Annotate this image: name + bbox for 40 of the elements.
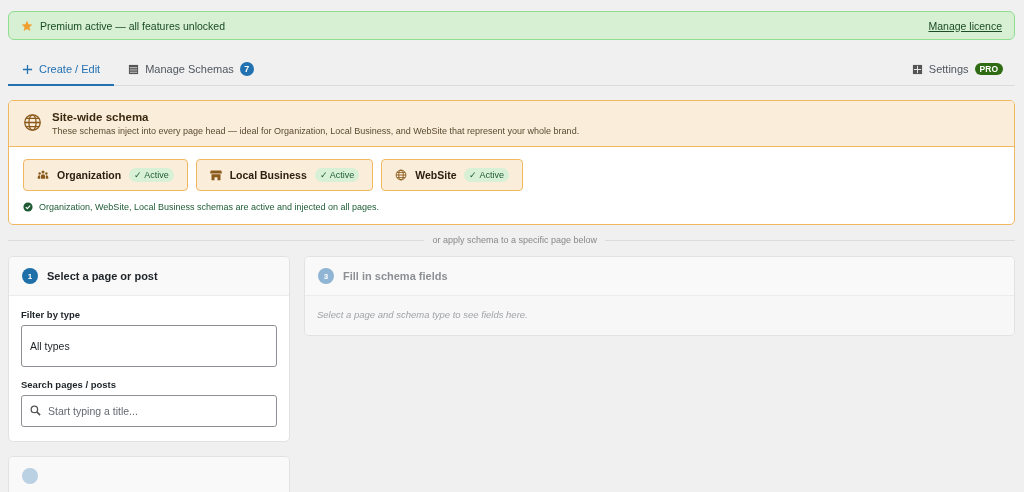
people-icon (37, 169, 49, 181)
store-icon (209, 169, 222, 181)
step-number-icon (22, 468, 38, 484)
count-badge: 7 (239, 62, 254, 76)
schema-name: WebSite (415, 169, 457, 181)
status-message: Organization, WebSite, Local Business schemas are active and injected on all pages. (39, 202, 380, 212)
star-icon (21, 19, 33, 32)
schema-button[interactable]: Local Business ✓ Active (195, 159, 374, 191)
manage-licence-link[interactable]: Manage licence (928, 19, 1002, 32)
empty-hint: Select a page and schema type to see fields here. (317, 309, 529, 320)
status-badge: ✓ Active (129, 168, 174, 182)
step-title: Select a page or post (47, 270, 158, 282)
step-number: 3 (318, 268, 334, 284)
globe-icon (395, 169, 408, 181)
divider-text: or apply schema to a specific page below (432, 235, 597, 245)
globe-icon (23, 113, 42, 132)
tab[interactable]: Manage Schemas 7 (114, 54, 268, 86)
list-icon (128, 63, 140, 75)
schema-name: Organization (57, 169, 122, 181)
field-label: Filter by type (21, 309, 82, 320)
dashboard-icon (911, 63, 923, 75)
schema-name: Local Business (229, 169, 307, 181)
status-badge: ✓ Active (314, 168, 360, 182)
type-select[interactable]: All types (21, 325, 277, 367)
schema-button[interactable]: Organization ✓ Active (23, 159, 188, 191)
search-field[interactable]: Start typing a title... (21, 395, 277, 427)
card-title: Site-wide schema (52, 111, 150, 123)
banner-text: Premium active — all features unlocked (40, 19, 226, 32)
schema-button[interactable]: WebSite ✓ Active (381, 159, 523, 191)
field-label: Search pages / posts (21, 379, 118, 390)
check-circle-icon (23, 202, 33, 212)
plus-icon (22, 63, 33, 75)
search-icon (30, 405, 41, 416)
settings-tab[interactable]: Settings PRO (897, 54, 1015, 86)
step-title: Fill in schema fields (343, 270, 448, 282)
status-badge: ✓ Active (464, 168, 509, 182)
pro-badge: PRO (974, 63, 1003, 75)
tab[interactable]: Create / Edit (8, 54, 115, 86)
step-number: 1 (22, 268, 38, 284)
card-description: These schemas inject into every page head — ideal for Organization, Local Business, and WebSite that represent your whole brand. (52, 126, 580, 136)
